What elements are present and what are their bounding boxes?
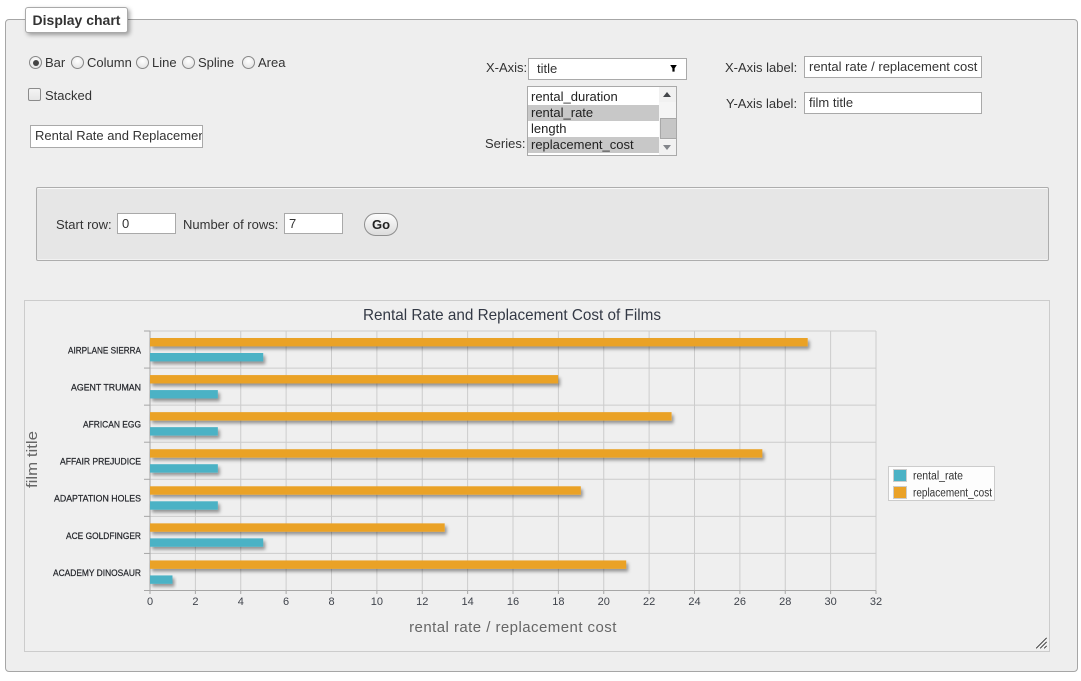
svg-text:4: 4 bbox=[238, 596, 244, 608]
svg-text:8: 8 bbox=[328, 596, 334, 608]
svg-text:2: 2 bbox=[192, 596, 198, 608]
svg-text:AIRPLANE SIERRA: AIRPLANE SIERRA bbox=[68, 345, 142, 355]
svg-text:rental_rate: rental_rate bbox=[913, 471, 963, 483]
svg-text:18: 18 bbox=[552, 596, 564, 608]
svg-text:20: 20 bbox=[598, 596, 610, 608]
svg-text:AGENT TRUMAN: AGENT TRUMAN bbox=[71, 383, 141, 393]
svg-text:ACE GOLDFINGER: ACE GOLDFINGER bbox=[66, 531, 141, 541]
svg-text:6: 6 bbox=[283, 596, 289, 608]
svg-text:0: 0 bbox=[147, 596, 153, 608]
svg-text:AFRICAN EGG: AFRICAN EGG bbox=[83, 420, 141, 430]
svg-text:26: 26 bbox=[734, 596, 746, 608]
svg-text:12: 12 bbox=[416, 596, 428, 608]
svg-text:ACADEMY DINOSAUR: ACADEMY DINOSAUR bbox=[53, 568, 141, 578]
svg-text:28: 28 bbox=[779, 596, 791, 608]
svg-text:32: 32 bbox=[870, 596, 882, 608]
svg-text:replacement_cost: replacement_cost bbox=[913, 488, 993, 500]
svg-text:Rental Rate and Replacement Co: Rental Rate and Replacement Cost of Film… bbox=[363, 307, 661, 324]
svg-text:ADAPTATION HOLES: ADAPTATION HOLES bbox=[54, 494, 141, 504]
svg-text:10: 10 bbox=[371, 596, 383, 608]
svg-text:AFFAIR PREJUDICE: AFFAIR PREJUDICE bbox=[60, 457, 141, 467]
svg-text:22: 22 bbox=[643, 596, 655, 608]
svg-text:24: 24 bbox=[688, 596, 700, 608]
svg-text:16: 16 bbox=[507, 596, 519, 608]
svg-text:14: 14 bbox=[461, 596, 473, 608]
svg-text:rental rate / replacement cos: rental rate / replacement cost bbox=[409, 619, 617, 636]
svg-text:film title: film title bbox=[24, 431, 41, 488]
svg-text:30: 30 bbox=[824, 596, 836, 608]
